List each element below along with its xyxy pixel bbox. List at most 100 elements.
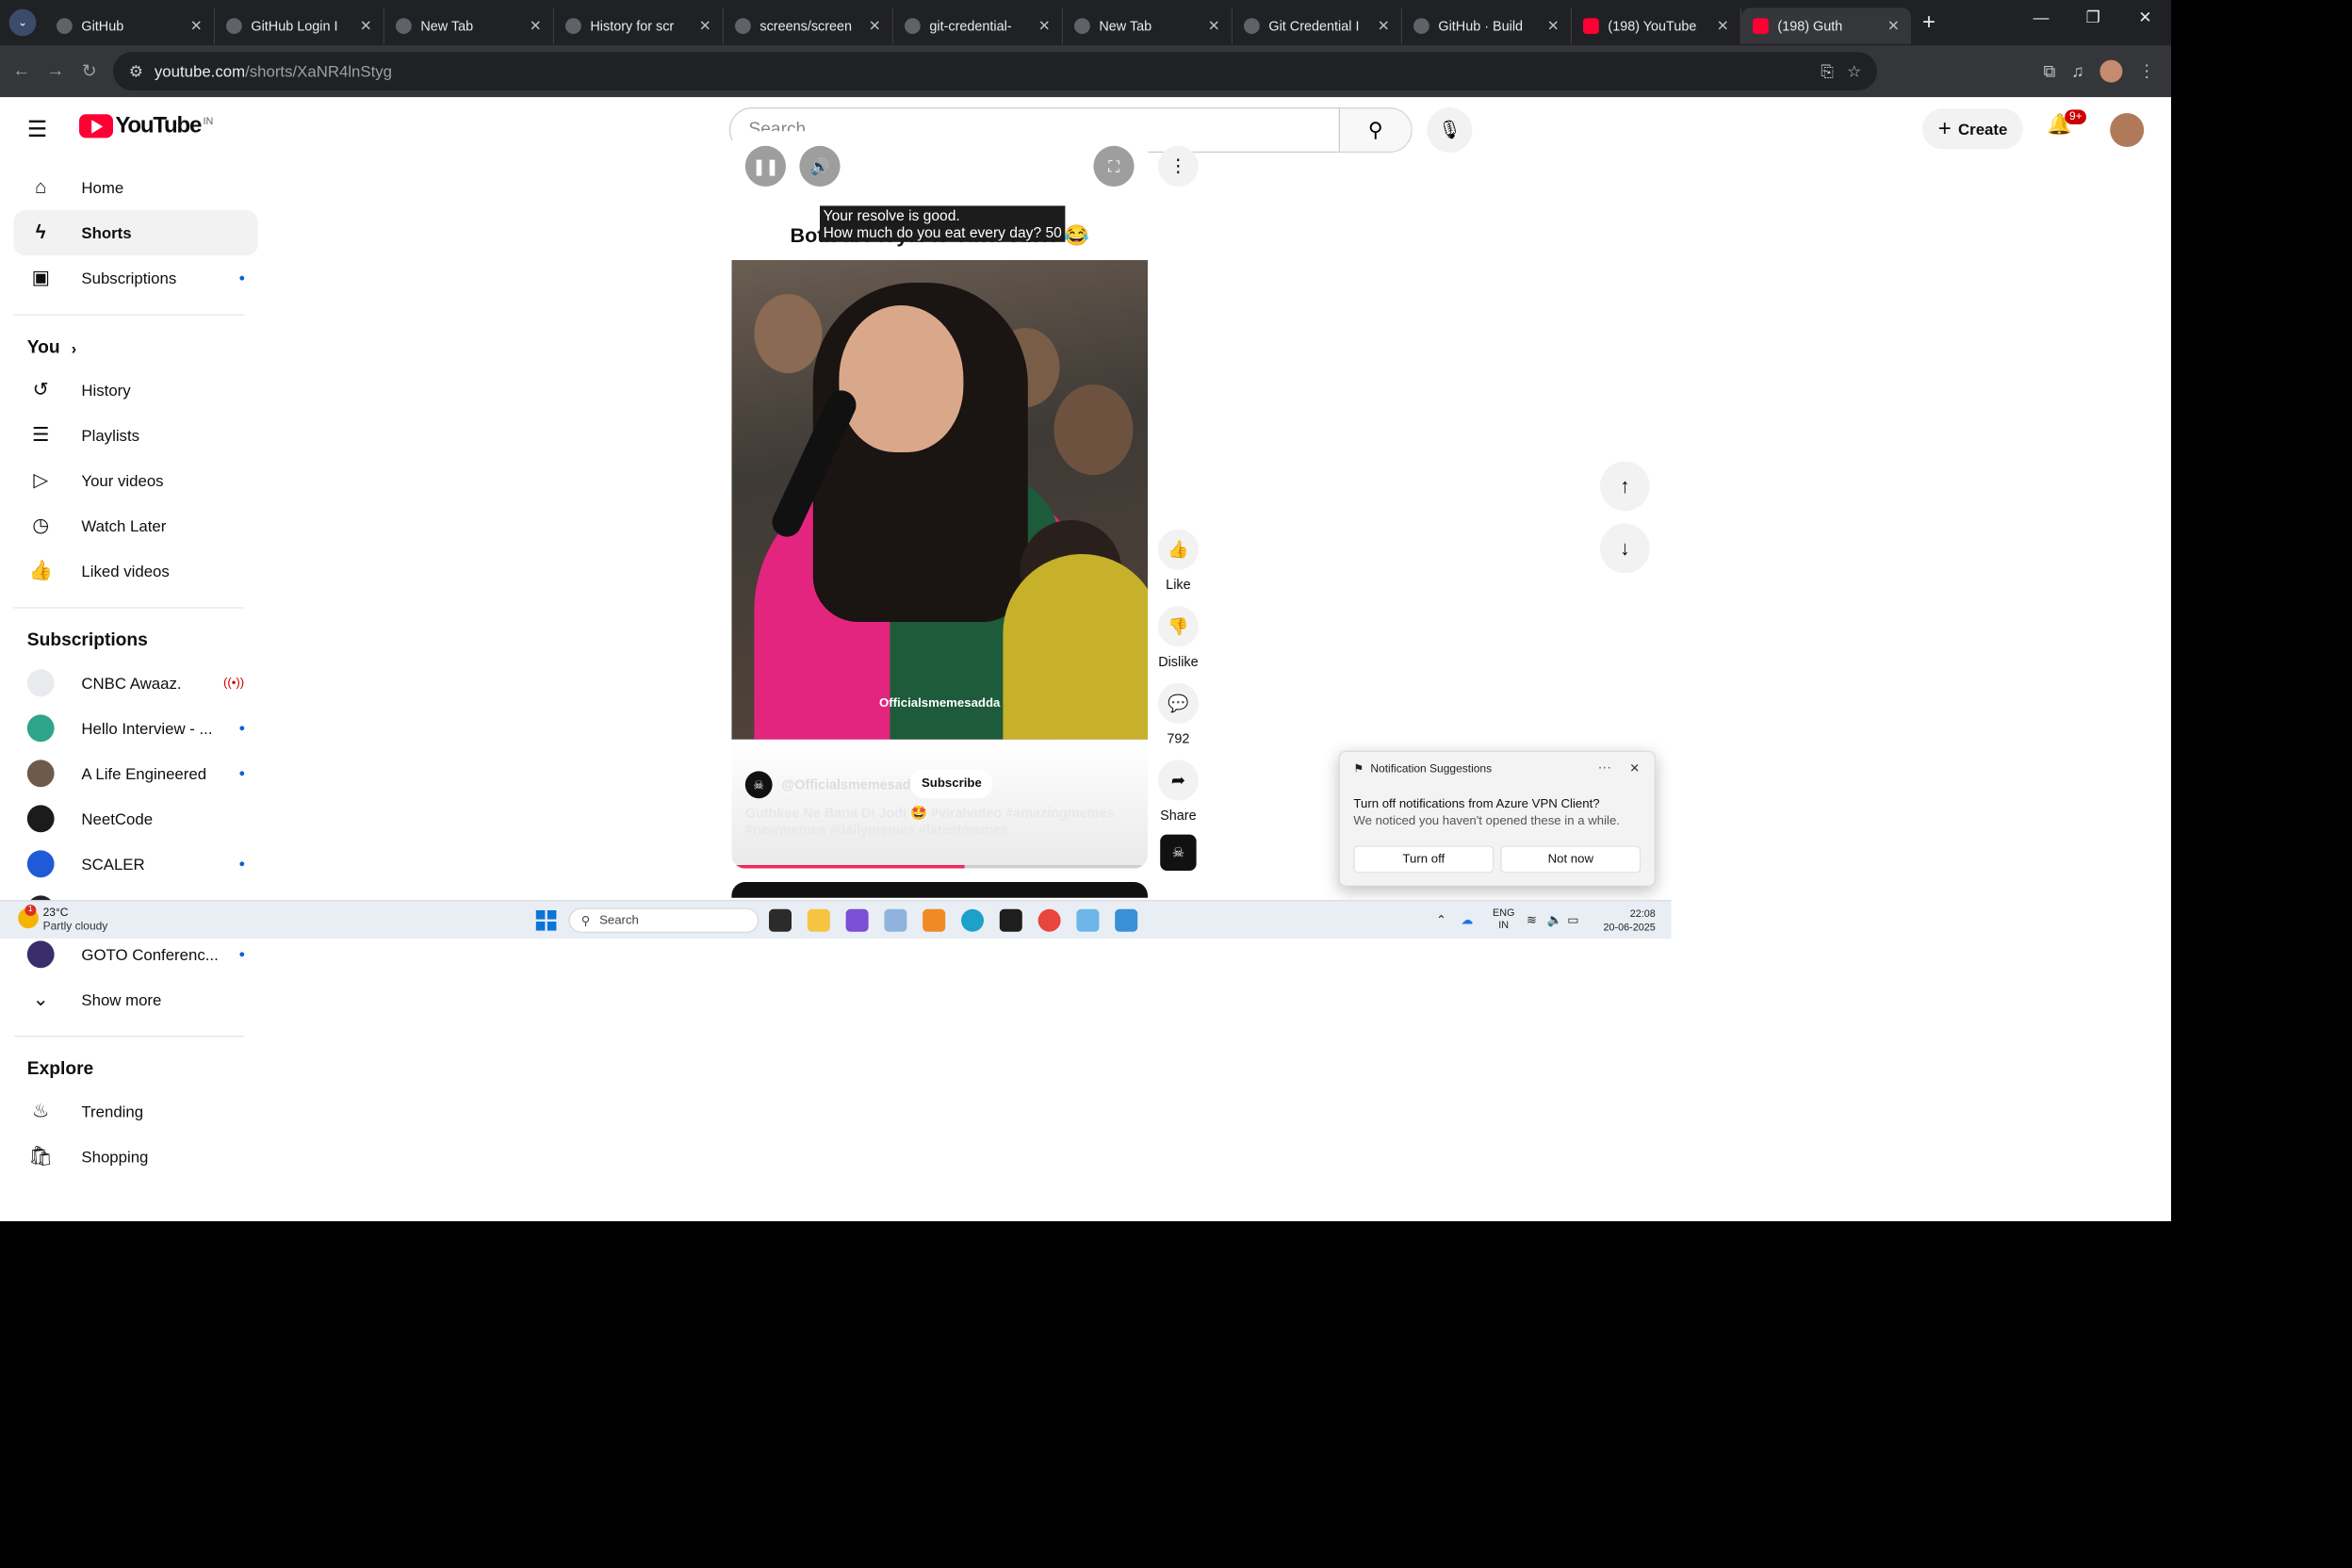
you-section-header[interactable]: You › [0,329,271,368]
browser-tab[interactable]: (198) Guth ✕ [1741,8,1912,44]
subscription-item[interactable]: A Life Engineered [13,751,257,796]
start-button[interactable] [535,910,557,931]
sidebar-item-subscriptions[interactable]: ▣ Subscriptions [13,255,257,301]
user-avatar[interactable] [2110,113,2145,147]
close-window-icon[interactable]: ✕ [2119,0,2171,34]
close-tab-icon[interactable]: ✕ [1208,17,1220,35]
battery-icon[interactable]: ▭ [1567,912,1578,927]
sidebar-item-history[interactable]: ↺ History [13,368,257,413]
onedrive-icon[interactable]: ☁ [1461,912,1473,927]
previous-short-button[interactable]: ↑ [1600,461,1650,512]
browser-tab[interactable]: New Tab ✕ [1063,8,1233,44]
sidebar-item-trending[interactable]: ♨ Trending [13,1089,257,1135]
short-description[interactable]: Guthkee Ne Bana Di Jodi 🤩 #viralvideo #a… [745,805,1130,839]
channel-avatar[interactable]: ☠ [744,771,773,799]
pause-button[interactable]: ❚❚ [744,145,787,188]
dislike-action[interactable]: 👎 Dislike [1157,606,1199,669]
chrome-menu-icon[interactable]: ⋮ [2138,61,2155,81]
close-tab-icon[interactable]: ✕ [1547,17,1560,35]
youtube-logo[interactable]: YouTube IN [79,113,213,139]
profile-avatar[interactable] [2099,59,2123,83]
more-options-button[interactable]: ⋮ [1157,145,1199,188]
speaker-icon[interactable]: 🔈 [1547,912,1562,927]
browser-tab[interactable]: screens/screen ✕ [724,8,894,44]
browser-tab[interactable]: History for scr ✕ [554,8,724,44]
site-info-icon[interactable]: ⚙ [129,61,143,80]
comments-action[interactable]: 💬 792 [1157,682,1199,746]
weather-temperature[interactable]: 23°C [43,906,69,919]
close-tab-icon[interactable]: ✕ [699,17,711,35]
snipping-tool-icon[interactable] [1076,908,1100,932]
next-short-preview[interactable] [731,882,1148,898]
browser-tab[interactable]: New Tab ✕ [384,8,554,44]
remix-audio-thumbnail[interactable]: ☠ [1160,834,1197,872]
microsoft-365-icon[interactable] [845,908,869,932]
like-button[interactable]: 👍 [1157,529,1199,570]
volume-button[interactable]: 🔊 [799,145,841,188]
close-tab-icon[interactable]: ✕ [1038,17,1051,35]
video-frame[interactable]: Officialsmemesadda [731,260,1148,740]
menu-icon[interactable]: ☰ [27,115,48,143]
dislike-button[interactable]: 👎 [1157,606,1199,647]
extensions-icon[interactable]: ⧉ [2043,61,2055,80]
taskbar-search[interactable]: ⚲ Search [568,907,760,934]
channel-handle[interactable]: @Officialsmemesadda [781,776,926,792]
create-button[interactable]: + Create [1922,108,2024,150]
progress-bar[interactable] [731,865,1148,869]
subscription-item[interactable]: CNBC Awaaz. ((•)) [13,661,257,706]
close-tab-icon[interactable]: ✕ [190,17,203,35]
window-app-icon[interactable] [884,908,907,932]
install-app-icon[interactable]: ⎘ [1821,61,1833,80]
turn-off-button[interactable]: Turn off [1353,845,1494,874]
subscription-item[interactable]: GOTO Conferenc... [13,932,257,977]
subscription-item[interactable]: NeetCode [13,796,257,841]
search-button[interactable]: ⚲ [1340,107,1413,153]
chrome-icon[interactable] [1037,908,1061,932]
browser-tab[interactable]: GitHub Login I ✕ [215,8,385,44]
weather-condition[interactable]: Partly cloudy [43,921,108,933]
close-tab-icon[interactable]: ✕ [1887,17,1900,35]
browser-tab[interactable]: (198) YouTube ✕ [1572,8,1742,44]
minimize-icon[interactable]: — [2015,0,2066,34]
restore-icon[interactable]: ❐ [2067,0,2119,34]
close-tab-icon[interactable]: ✕ [1378,17,1390,35]
close-tab-icon[interactable]: ✕ [530,17,542,35]
sidebar-item-liked-videos[interactable]: 👍 Liked videos [13,548,257,594]
back-icon[interactable]: ← [5,61,39,82]
comments-button[interactable]: 💬 [1157,682,1199,724]
sidebar-item-watch-later[interactable]: ◷ Watch Later [13,503,257,548]
sidebar-item-shopping[interactable]: 🛍 Shopping [13,1135,257,1168]
toast-more-icon[interactable]: ··· [1598,759,1611,775]
shorts-player[interactable]: ❚❚ 🔊 ⛶ Both are loyal to each other 😂 Yo… [731,131,1148,869]
sidebar-item-shorts[interactable]: ϟ Shorts [13,210,258,256]
edge-icon[interactable] [961,908,984,932]
browser-tab[interactable]: GitHub ✕ [45,8,216,44]
not-now-button[interactable]: Not now [1500,845,1642,874]
show-more-button[interactable]: ⌄ Show more [13,977,257,1022]
fullscreen-button[interactable]: ⛶ [1093,145,1135,188]
share-button[interactable]: ➦ [1157,760,1199,801]
media-control-icon[interactable]: ♫ [2071,61,2084,80]
wifi-icon[interactable]: ≋ [1527,912,1537,927]
language-indicator[interactable]: ENG IN [1493,906,1514,931]
next-short-button[interactable]: ↓ [1600,523,1650,574]
browser-tab[interactable]: GitHub · Build ✕ [1402,8,1573,44]
subscribe-button[interactable]: Subscribe [910,769,993,799]
office-app-icon[interactable] [923,908,946,932]
close-tab-icon[interactable]: ✕ [360,17,372,35]
system-clock[interactable]: 22:08 20-06-2025 [1596,906,1656,934]
sidebar-item-playlists[interactable]: ☰ Playlists [13,413,257,458]
task-view-icon[interactable] [769,908,792,932]
new-tab-button[interactable]: + [1922,9,1936,36]
terminal-icon[interactable] [999,908,1022,932]
tab-search-button[interactable]: ⌄ [8,8,37,37]
tray-chevron-up-icon[interactable]: ⌃ [1436,912,1446,927]
sidebar-item-home[interactable]: ⌂ Home [13,165,257,210]
forward-icon[interactable]: → [39,61,73,82]
remote-desktop-icon[interactable] [1115,908,1138,932]
toast-close-icon[interactable]: ✕ [1629,761,1640,776]
subscription-item[interactable]: Hello Interview - ... [13,706,257,751]
like-action[interactable]: 👍 Like [1157,529,1199,593]
bookmark-star-icon[interactable]: ☆ [1847,61,1861,80]
address-bar[interactable]: ⚙ youtube.com/shorts/XaNR4lnStyg ⎘ ☆ [113,52,1878,90]
